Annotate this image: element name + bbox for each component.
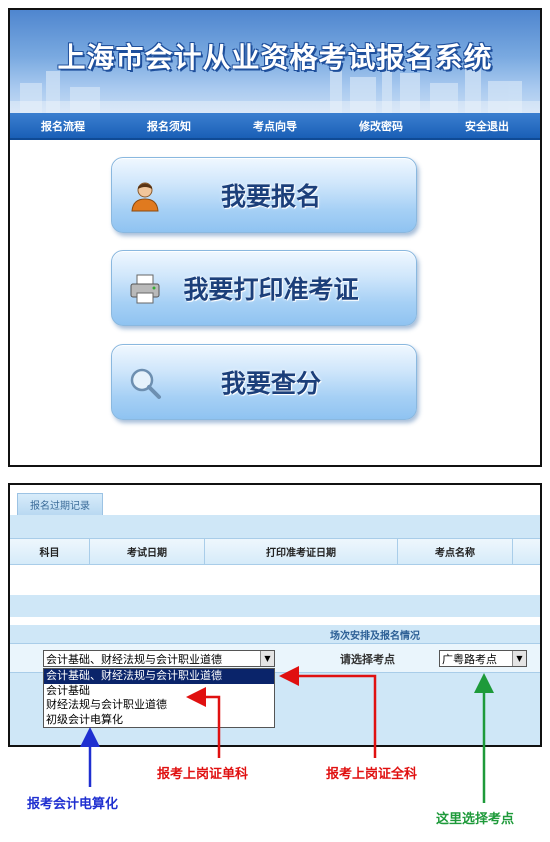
location-select[interactable]: 广粤路考点 ▼	[439, 650, 527, 667]
nav-registration-process[interactable]: 报名流程	[41, 118, 85, 134]
main-nav: 报名流程 报名须知 考点向导 修改密码 安全退出	[10, 113, 540, 140]
tab-strip: 报名过期记录	[10, 485, 540, 515]
subject-option-computerized[interactable]: 初级会计电算化	[44, 713, 274, 728]
annotation-full-subjects: 报考上岗证全科	[326, 767, 418, 782]
tab-expired-records[interactable]: 报名过期记录	[17, 493, 103, 515]
chevron-down-icon[interactable]: ▼	[512, 651, 526, 666]
annotation-computer-accounting: 报考会计电算化	[27, 797, 119, 812]
tab-underline	[10, 515, 540, 529]
records-panel: 报名过期记录 科目 考试日期 打印准考证日期 考点名称 场次安排及报名情况 会计…	[8, 483, 542, 747]
site-title: 上海市会计从业资格考试报名系统	[57, 41, 493, 74]
column-header-print-date: 打印准考证日期	[205, 539, 398, 564]
nav-logout[interactable]: 安全退出	[465, 118, 509, 134]
table-row	[10, 565, 540, 595]
register-button[interactable]: 我要报名	[111, 157, 417, 233]
check-score-button[interactable]: 我要查分	[111, 344, 417, 420]
subject-select-value: 会计基础、财经法规与会计职业道德	[46, 652, 222, 666]
subject-select[interactable]: 会计基础、财经法规与会计职业道德 ▼	[43, 650, 275, 667]
nav-change-password[interactable]: 修改密码	[359, 118, 403, 134]
records-table-header: 科目 考试日期 打印准考证日期 考点名称	[10, 538, 540, 565]
location-label: 请选择考点	[340, 653, 395, 666]
check-score-button-label: 我要查分	[220, 369, 321, 398]
location-select-value: 广粤路考点	[442, 652, 497, 666]
row-separator	[10, 617, 540, 625]
portal-panel: 上海市会计从业资格考试报名系统 报名流程 报名须知 考点向导 修改密码 安全退出…	[8, 8, 542, 467]
subject-dropdown-list: 会计基础、财经法规与会计职业道德 会计基础 财经法规与会计职业道德 初级会计电算…	[43, 668, 275, 728]
annotation-choose-location: 这里选择考点	[436, 812, 515, 827]
nav-test-center-guide[interactable]: 考点向导	[253, 118, 297, 134]
annotation-single-subject: 报考上岗证单科	[157, 767, 249, 782]
print-admission-button-label: 我要打印准考证	[183, 275, 359, 304]
subject-option-full[interactable]: 会计基础、财经法规与会计职业道德	[44, 669, 274, 684]
site-header: 上海市会计从业资格考试报名系统	[10, 10, 540, 113]
column-header-subject: 科目	[10, 539, 90, 564]
register-button-label: 我要报名	[220, 182, 321, 211]
subject-option-regulations[interactable]: 财经法规与会计职业道德	[44, 698, 274, 713]
column-header-test-center: 考点名称	[398, 539, 513, 564]
subject-option-basics[interactable]: 会计基础	[44, 684, 274, 699]
column-header-exam-date: 考试日期	[90, 539, 205, 564]
nav-registration-notice[interactable]: 报名须知	[147, 118, 191, 134]
print-admission-button[interactable]: 我要打印准考证	[111, 250, 417, 326]
table-row	[10, 595, 540, 617]
arrangement-section-title: 场次安排及报名情况	[330, 630, 420, 642]
chevron-down-icon[interactable]: ▼	[260, 651, 274, 666]
